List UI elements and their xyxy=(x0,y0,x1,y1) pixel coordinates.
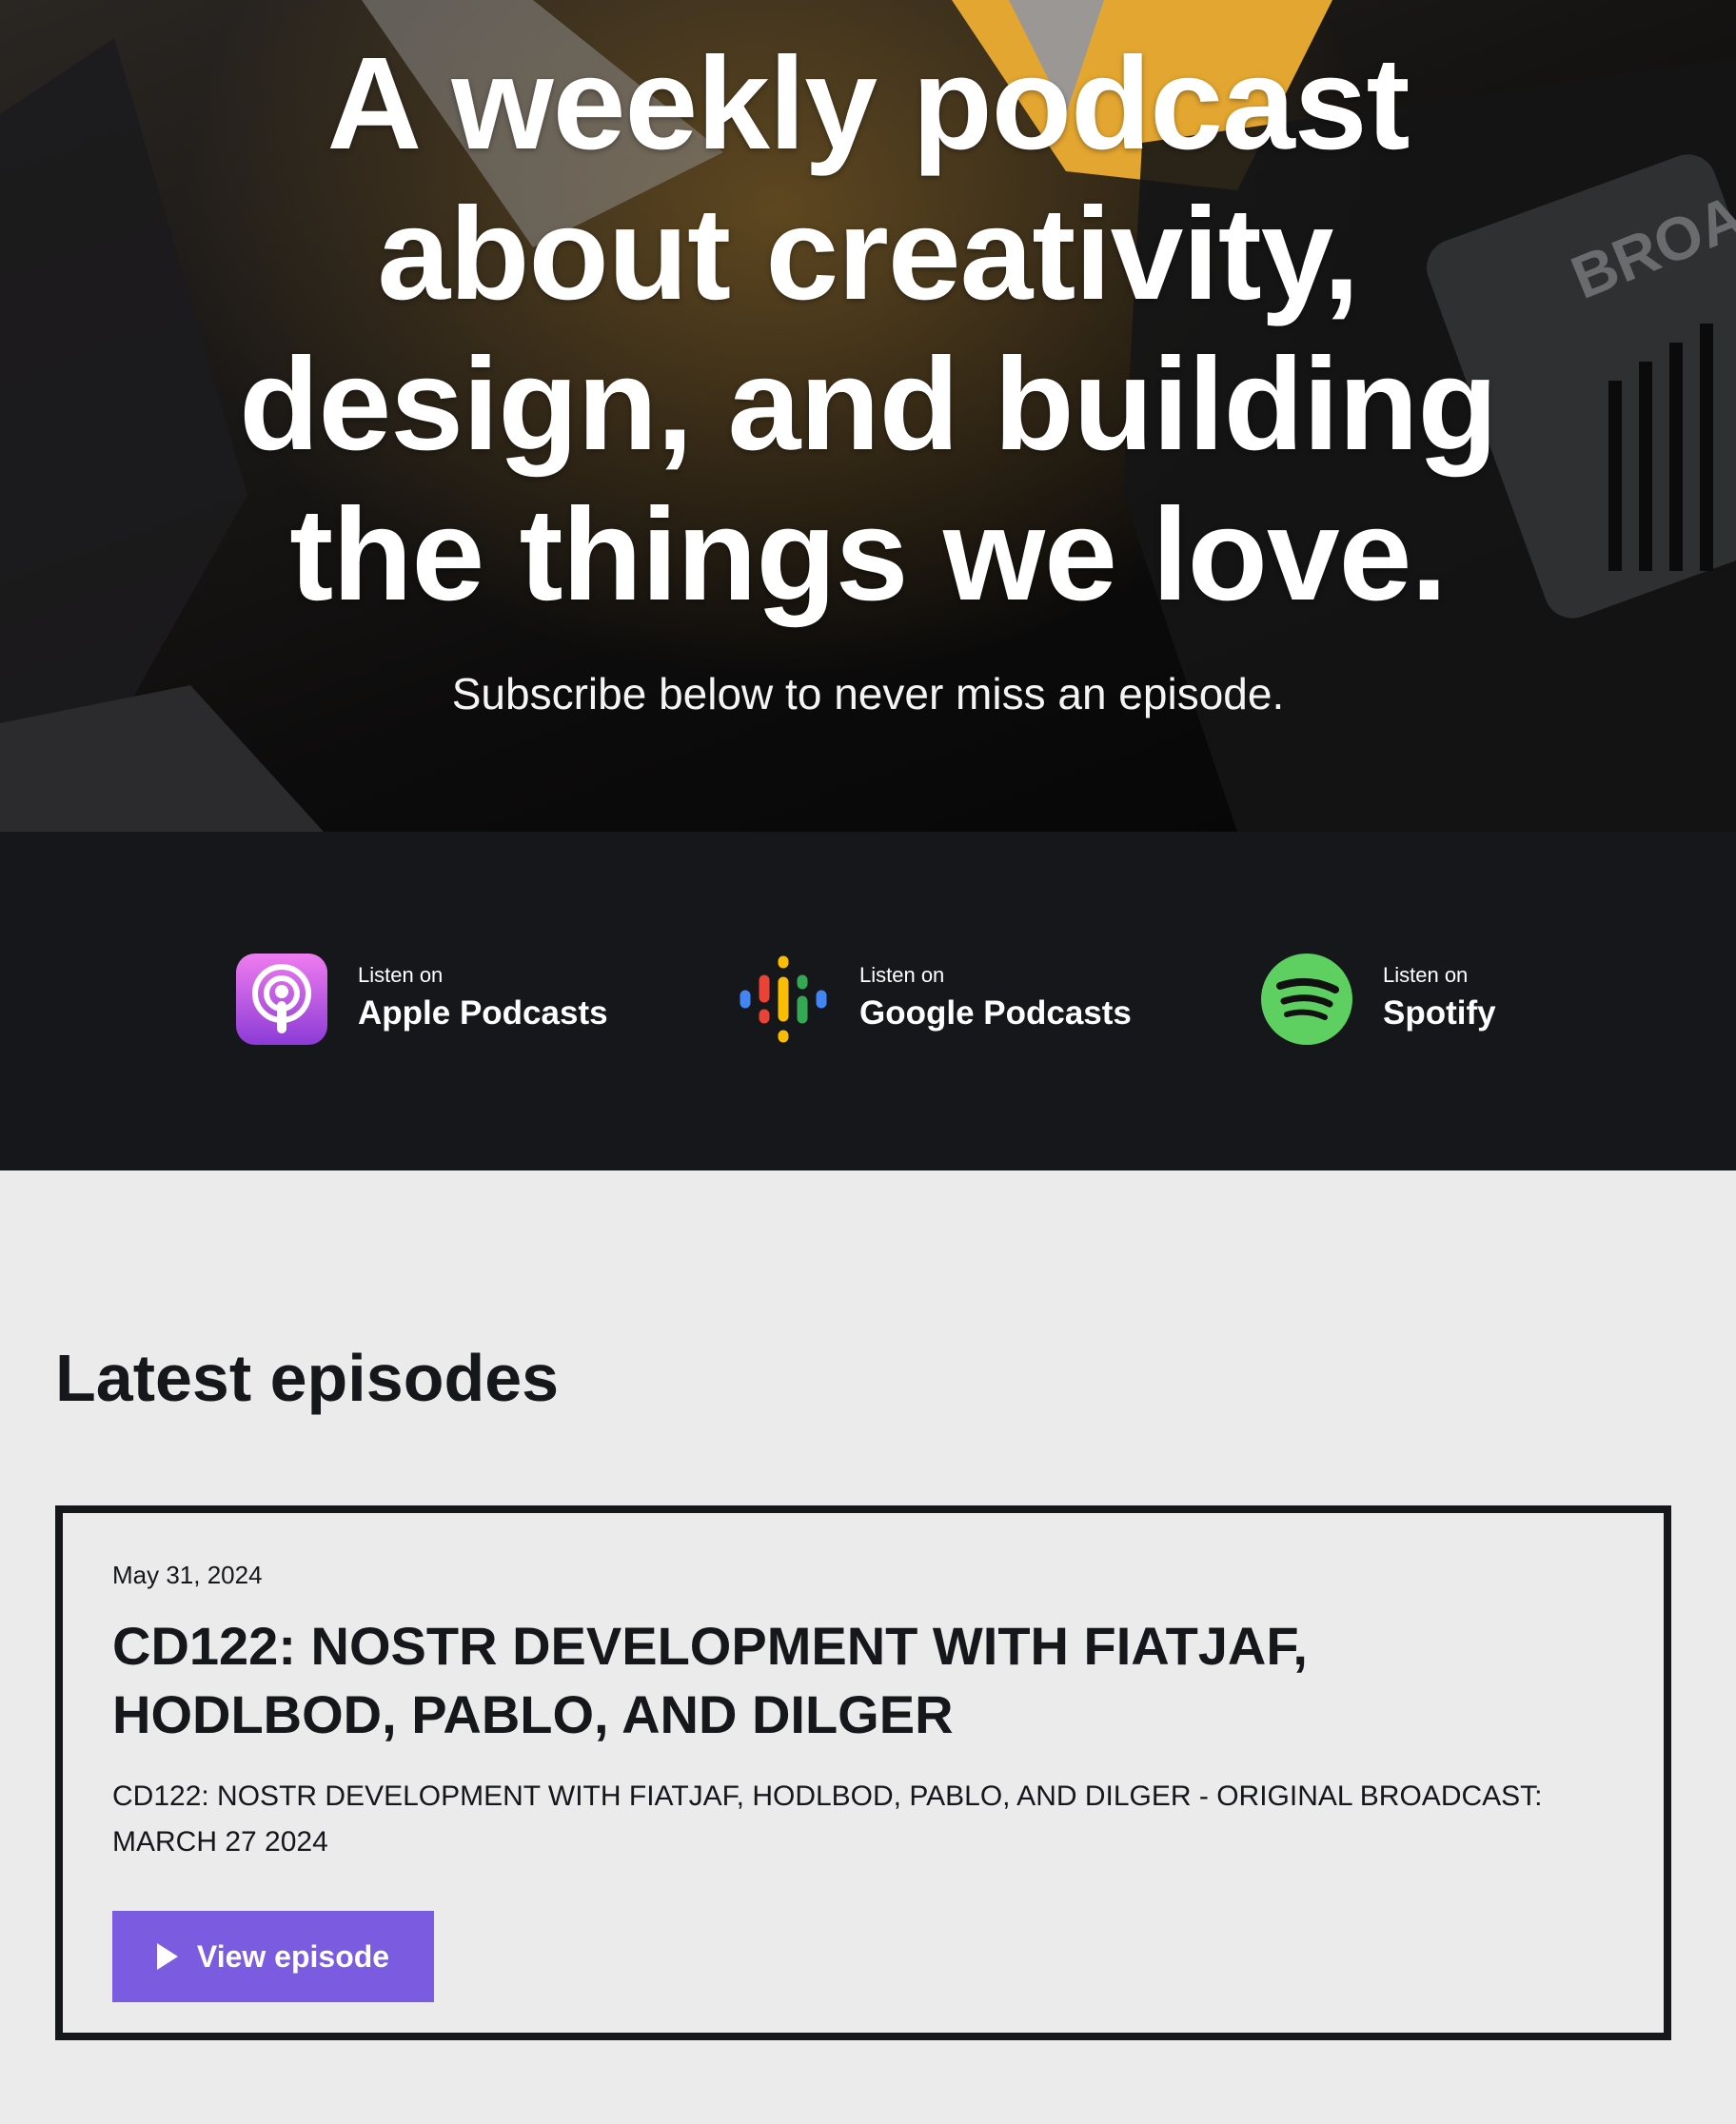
apple-listen-on-label: Listen on xyxy=(358,963,444,987)
google-podcasts-icon xyxy=(740,955,827,1043)
episode-date: May 31, 2024 xyxy=(112,1561,263,1589)
google-podcasts-link[interactable]: Listen on Google Podcasts xyxy=(738,952,1132,1047)
apple-podcasts-label: Apple Podcasts xyxy=(358,994,608,1032)
apple-podcasts-icon xyxy=(236,954,327,1045)
google-listen-on-label: Listen on xyxy=(859,963,945,987)
hero: BROA A weekly podcast about creativity, … xyxy=(0,0,1736,832)
view-episode-button[interactable]: View episode xyxy=(112,1911,434,2002)
spotify-icon xyxy=(1261,954,1352,1045)
hero-title: A weekly podcast about creativity, desig… xyxy=(239,30,1498,628)
google-podcasts-label: Google Podcasts xyxy=(859,994,1132,1032)
episode-title[interactable]: CD122: NOSTR DEVELOPMENT WITH FIATJAF, H… xyxy=(112,1612,1540,1749)
play-icon xyxy=(156,1943,178,1970)
platform-links: Listen on Apple Podcasts Listen on Googl… xyxy=(0,832,1736,1170)
view-episode-label: View episode xyxy=(196,1938,390,1974)
apple-podcasts-link[interactable]: Listen on Apple Podcasts xyxy=(236,952,608,1047)
spotify-listen-on-label: Listen on xyxy=(1383,963,1469,987)
episode-card: May 31, 2024 CD122: NOSTR DEVELOPMENT WI… xyxy=(55,1505,1671,2040)
hero-subtitle: Subscribe below to never miss an episode… xyxy=(451,669,1285,718)
latest-episodes-heading: Latest episodes xyxy=(55,1341,560,1415)
episode-description: CD122: NOSTR DEVELOPMENT WITH FIATJAF, H… xyxy=(112,1780,1543,1858)
spotify-link[interactable]: Listen on Spotify xyxy=(1261,952,1496,1047)
spotify-label: Spotify xyxy=(1383,994,1496,1032)
